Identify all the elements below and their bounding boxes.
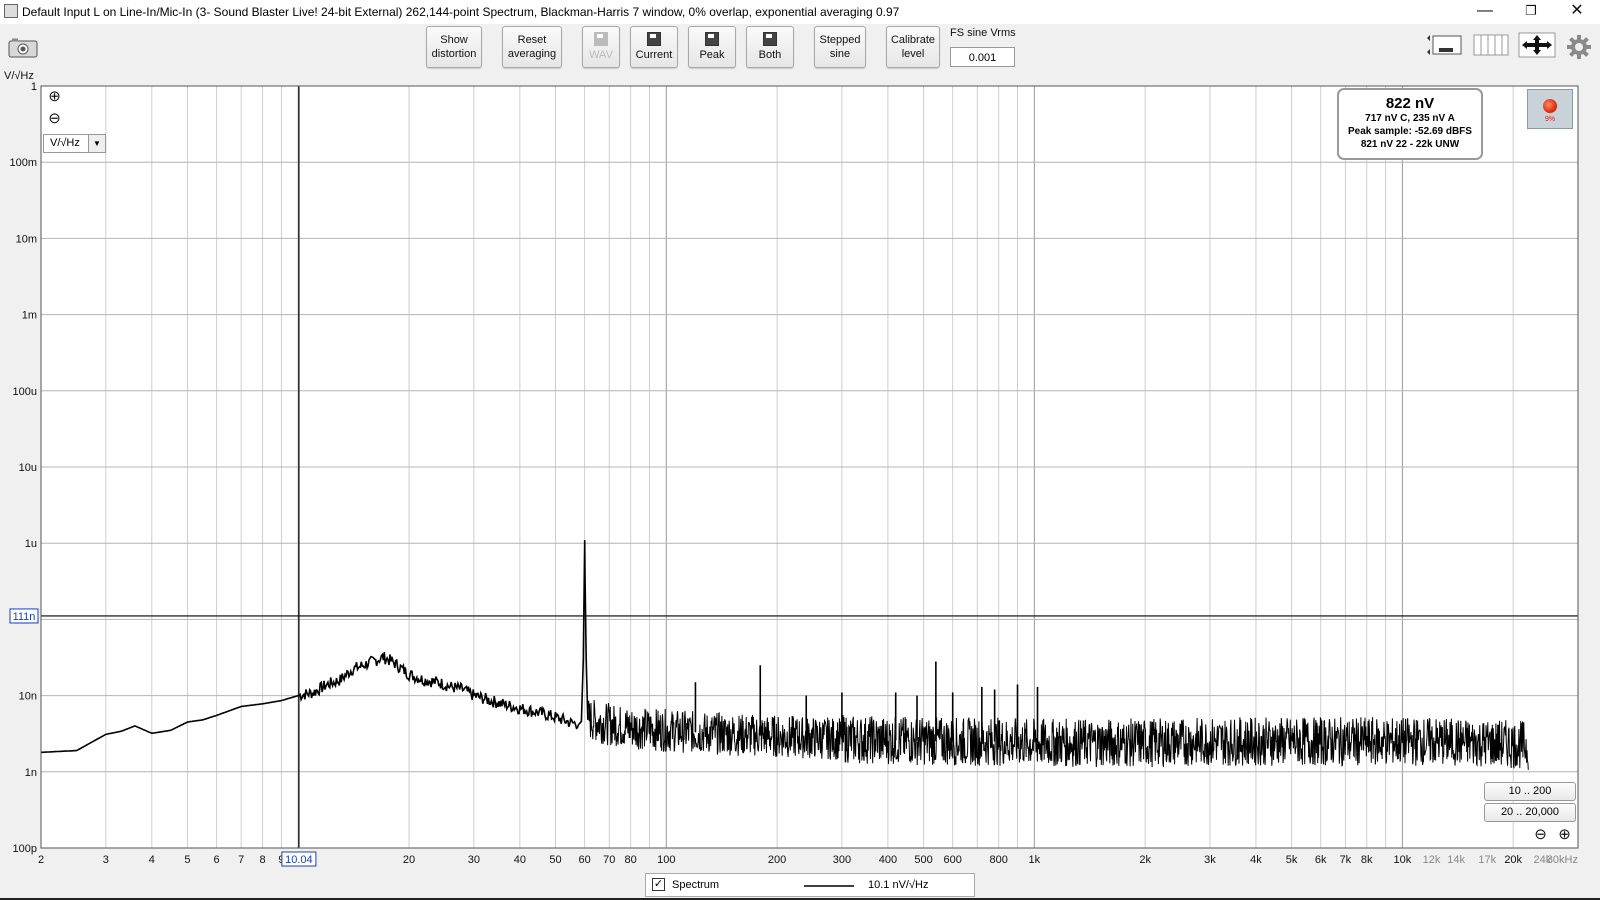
readout-line1: 717 nV C, 235 nV A [1365, 113, 1455, 124]
y-tick-label: 1 [31, 82, 37, 93]
y-tick-label: 100u [13, 386, 37, 398]
zoom-out-icon[interactable]: ⊖ [47, 111, 62, 126]
legend-series-name: Spectrum [672, 879, 720, 891]
save-icon [647, 32, 661, 46]
record-button[interactable]: 9% [1527, 89, 1573, 129]
x-tick-label: 2 [38, 854, 44, 866]
y-tick-label: 10m [16, 233, 37, 245]
fit-arrows-icon[interactable] [1518, 32, 1556, 58]
save-icon [705, 32, 719, 46]
x-tick-label: 800 [990, 854, 1008, 866]
readout-line2: Peak sample: -52.69 dBFS [1348, 126, 1472, 137]
x-tick-label: 2k [1139, 854, 1151, 866]
x-tick-label: 12k [1423, 854, 1441, 866]
readout-line3: 821 nV 22 - 22k UNW [1360, 139, 1460, 150]
close-button[interactable]: ✕ [1554, 0, 1600, 24]
save-icon [763, 32, 777, 46]
toolbar [0, 24, 1600, 82]
x-zoom-out-icon[interactable]: ⊖ [1533, 827, 1548, 842]
fs-sine-label: FS sine Vrms [950, 27, 1016, 39]
y-axis-unit-label: V/√Hz [4, 70, 34, 82]
x-tick-label: 10k [1394, 854, 1412, 866]
y-tick-label: 10u [19, 462, 37, 474]
x-tick-label: 4 [149, 854, 155, 866]
gear-icon[interactable] [1566, 34, 1592, 60]
level-readout-panel: 822 nV 717 nV C, 235 nV A Peak sample: -… [1337, 88, 1483, 160]
x-tick-label: 30 [468, 854, 480, 866]
x-tick-label: 4k [1250, 854, 1262, 866]
spectrum-plot[interactable]: 2345678920304050607080100200300400500600… [0, 82, 1600, 900]
save-current-button[interactable]: Current [630, 26, 678, 68]
x-tick-label: 8k [1361, 854, 1373, 866]
x-tick-label: 300 [833, 854, 851, 866]
x-tick-label: 80 [625, 854, 637, 866]
stepped-sine-button[interactable]: Stepped sine [814, 26, 866, 68]
readout-main: 822 nV [1385, 95, 1435, 112]
y-tick-label: 100p [13, 843, 37, 855]
fs-sine-input[interactable]: 0.001 [950, 47, 1015, 67]
x-tick-label: 6k [1315, 854, 1327, 866]
x-tick-label: 70 [603, 854, 615, 866]
x-tick-label: 1k [1029, 854, 1041, 866]
wav-button[interactable]: WAV [582, 26, 620, 68]
x-tick-label: 7 [238, 854, 244, 866]
camera-icon[interactable] [8, 38, 38, 58]
x-tick-label: 500 [914, 854, 932, 866]
legend-line-swatch [804, 885, 854, 887]
legend: ✓ Spectrum 10.1 nV/√Hz [645, 873, 975, 897]
y-tick-label: 1m [22, 310, 37, 322]
record-icon [1543, 99, 1557, 113]
unit-select[interactable]: V/√Hz ▼ [43, 134, 106, 153]
columns-icon[interactable] [1472, 32, 1510, 58]
x-tick-label: 3k [1204, 854, 1216, 866]
record-percent: 9% [1544, 116, 1556, 123]
x-tick-label: 5k [1286, 854, 1298, 866]
x-tick-label: 20k [1504, 854, 1522, 866]
cursor-x-label: 10.04 [281, 851, 317, 867]
title-bar: Default Input L on Line-In/Mic-In (3- So… [0, 0, 1600, 24]
range-20-20000-button[interactable]: 20 .. 20,000 [1484, 803, 1576, 822]
x-tick-label: 17k [1478, 854, 1496, 866]
y-tick-label: 100m [9, 157, 37, 169]
svg-text:111n: 111n [13, 611, 36, 623]
x-tick-label: 14k [1447, 854, 1465, 866]
x-tick-label: 5 [184, 854, 190, 866]
x-tick-label: 100 [657, 854, 675, 866]
x-tick-label: 60 [579, 854, 591, 866]
window-title: Default Input L on Line-In/Mic-In (3- So… [22, 5, 900, 19]
x-tick-label: 200 [768, 854, 786, 866]
show-distortion-button[interactable]: Show distortion [426, 26, 482, 68]
x-tick-label: 20 [403, 854, 415, 866]
y-tick-label: 1u [25, 538, 37, 550]
zoom-in-icon[interactable]: ⊕ [47, 89, 62, 104]
y-tick-label: 1n [25, 767, 37, 779]
calibrate-level-button[interactable]: Calibrate level [886, 26, 940, 68]
x-tick-label: 30kHz [1547, 854, 1578, 866]
view-layout-icon[interactable] [1424, 32, 1464, 58]
chevron-down-icon: ▼ [88, 135, 105, 152]
x-tick-label: 7k [1340, 854, 1352, 866]
spectrum-checkbox[interactable]: ✓ [652, 878, 665, 891]
x-tick-label: 400 [879, 854, 897, 866]
save-both-button[interactable]: Both [746, 26, 794, 68]
cursor-y-label: 111n [9, 608, 39, 624]
svg-text:10.04: 10.04 [285, 854, 313, 866]
folder-icon [594, 32, 608, 46]
x-tick-label: 600 [944, 854, 962, 866]
minimize-button[interactable]: — [1462, 0, 1508, 24]
x-tick-label: 50 [549, 854, 561, 866]
x-zoom-in-icon[interactable]: ⊕ [1557, 827, 1572, 842]
save-peak-button[interactable]: Peak [688, 26, 736, 68]
legend-series-value: 10.1 nV/√Hz [868, 879, 929, 891]
reset-averaging-button[interactable]: Reset averaging [502, 26, 562, 68]
x-tick-label: 40 [514, 854, 526, 866]
y-tick-label: 10n [19, 691, 37, 703]
restore-button[interactable]: ❐ [1508, 0, 1554, 24]
x-tick-label: 8 [260, 854, 266, 866]
range-10-200-button[interactable]: 10 .. 200 [1484, 782, 1576, 801]
x-tick-label: 6 [214, 854, 220, 866]
app-icon [4, 4, 18, 18]
x-tick-label: 3 [103, 854, 109, 866]
